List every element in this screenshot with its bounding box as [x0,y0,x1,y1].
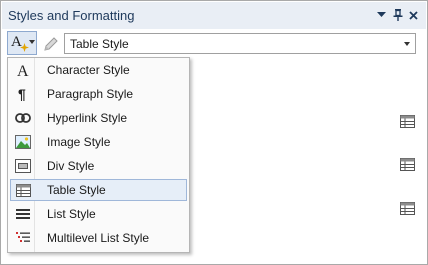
svg-text:A: A [17,63,29,78]
character-style-icon: A [14,61,32,79]
close-icon[interactable] [406,7,420,23]
multilevel-list-style-icon [14,229,32,247]
menu-item-list-style[interactable]: List Style [10,203,187,225]
panel-title-bar: Styles and Formatting [2,2,426,29]
menu-item-label: List Style [47,207,96,221]
style-type-dropdown-button[interactable]: A [7,31,37,55]
menu-item-table-style[interactable]: Table Style [10,179,187,201]
styles-and-formatting-panel: Styles and Formatting A Table Style A Ch… [0,0,428,265]
list-style-icon [14,205,32,223]
chevron-down-icon[interactable] [404,42,410,46]
menu-item-label: Image Style [47,135,111,149]
menu-item-image-style[interactable]: Image Style [10,131,187,153]
div-style-icon [14,157,32,175]
menu-item-multilevel-list-style[interactable]: Multilevel List Style [10,227,187,249]
table-style-icon[interactable] [400,158,415,171]
menu-item-character-style[interactable]: A Character Style [10,59,187,81]
sparkle-icon [20,43,29,52]
paragraph-style-icon: ¶ [14,85,32,103]
table-style-icon [14,181,32,199]
menu-item-label: Table Style [47,183,106,197]
menu-item-label: Hyperlink Style [47,111,128,125]
table-style-icon[interactable] [400,115,415,128]
hyperlink-style-icon [14,109,32,127]
style-name-combo-value: Table Style [70,37,129,51]
style-name-combo[interactable]: Table Style [64,33,416,54]
menu-item-label: Div Style [47,159,95,173]
table-style-icon[interactable] [400,202,415,215]
menu-item-label: Paragraph Style [47,87,134,101]
chevron-down-icon [29,40,35,44]
style-type-menu: A Character Style ¶ Paragraph Style Hype… [7,57,190,253]
image-style-icon [14,133,32,151]
pencil-icon[interactable] [42,35,60,53]
menu-item-hyperlink-style[interactable]: Hyperlink Style [10,107,187,129]
pin-icon[interactable] [391,7,405,23]
menu-item-label: Character Style [47,63,130,77]
svg-text:¶: ¶ [18,86,26,102]
panel-title: Styles and Formatting [8,8,135,23]
chevron-down-icon[interactable] [374,7,388,23]
menu-item-label: Multilevel List Style [47,231,150,245]
menu-item-paragraph-style[interactable]: ¶ Paragraph Style [10,83,187,105]
menu-item-div-style[interactable]: Div Style [10,155,187,177]
styles-toolbar: A Table Style [2,29,426,57]
